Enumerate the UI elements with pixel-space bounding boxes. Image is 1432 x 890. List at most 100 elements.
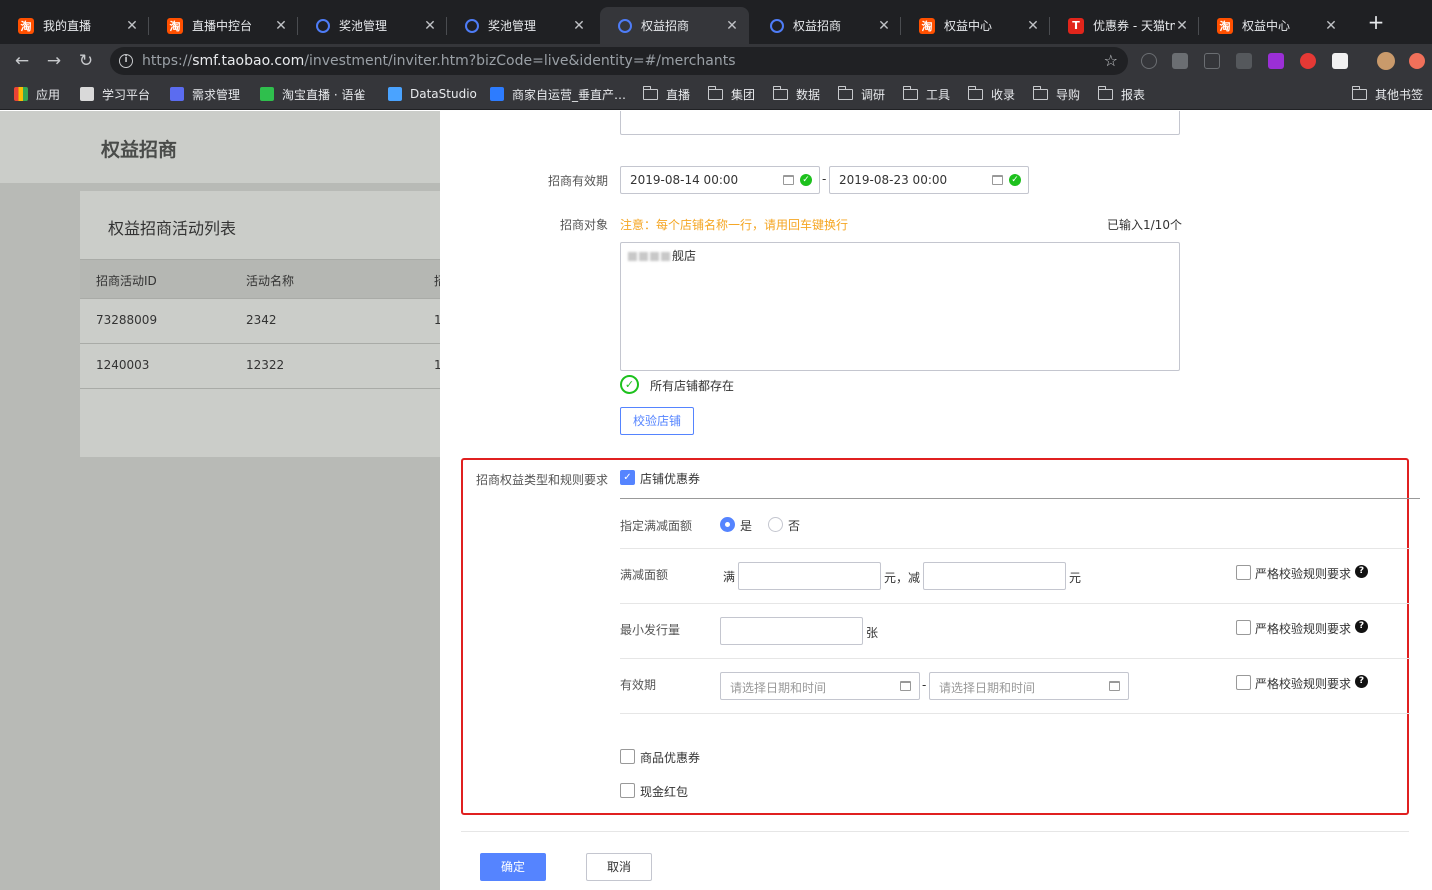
browser-tab[interactable]: 权益招商 ✕ [752,7,901,44]
threshold-input[interactable] [738,562,881,590]
browser-tab[interactable]: 淘 权益中心 ✕ [901,7,1050,44]
close-icon[interactable]: ✕ [725,18,739,34]
cash-redpacket-checkbox[interactable] [620,783,635,798]
extension-icon[interactable] [1332,53,1348,69]
browser-tab[interactable]: 淘 我的直播 ✕ [0,7,149,44]
avatar[interactable] [1377,52,1395,70]
browser-tab[interactable]: 淘 权益中心 ✕ [1199,7,1348,44]
help-icon[interactable]: ? [1355,675,1368,688]
bookmarks-bar: 应用 学习平台 需求管理 淘宝直播 · 语雀 DataStudio 商家自运营_… [0,78,1432,110]
bookmark-folder[interactable]: 工具 [902,84,950,104]
close-icon[interactable]: ✕ [274,18,288,34]
browser-tab[interactable]: T 优惠券 - 天猫tm ✕ [1050,7,1199,44]
tab-title: 奖池管理 [339,19,388,33]
bookmark-item[interactable]: 淘宝直播 · 语雀 [260,84,365,104]
strict-check-checkbox[interactable] [1236,620,1251,635]
browser-tab[interactable]: 奖池管理 ✕ [298,7,447,44]
bookmark-folder[interactable]: 报表 [1097,84,1146,104]
bookmark-folder[interactable]: 直播 [642,84,691,104]
help-icon[interactable]: ? [1355,620,1368,633]
extension-icon[interactable] [1172,53,1188,69]
table-row[interactable]: 1240003 12322 1 [80,344,440,389]
reload-icon[interactable]: ↻ [75,50,97,72]
address-bar[interactable]: i https://smf.taobao.com/investment/invi… [110,47,1128,75]
new-tab-button[interactable]: + [1366,12,1386,32]
forward-icon[interactable]: → [43,50,65,72]
target-textarea[interactable]: 舰店 [620,242,1180,371]
browser-tab[interactable]: 淘 直播中控台 ✕ [149,7,298,44]
confirm-button[interactable]: 确定 [480,853,546,881]
other-bookmarks[interactable]: 其他书签 [1351,84,1424,104]
tab-title: 优惠券 - 天猫tm [1093,19,1175,33]
bookmark-apps[interactable]: 应用 [14,84,60,104]
period-start-picker[interactable]: 请选择日期和时间 [720,672,920,700]
discount-input[interactable] [923,562,1066,590]
bookmark-icon [170,87,184,101]
strict-check-label: 严格校验规则要求 [1255,567,1352,581]
bookmark-label: 报表 [1121,87,1146,102]
star-icon[interactable]: ☆ [1104,51,1118,70]
table-cell: 1240003 [96,358,150,372]
bookmark-item[interactable]: DataStudio [388,84,477,104]
min-issue-label: 最小发行量 [620,623,681,637]
strict-check-checkbox[interactable] [1236,565,1251,580]
folder-icon [1032,85,1048,100]
verify-shop-button[interactable]: 校验店铺 [620,407,694,435]
extension-icon[interactable] [1268,53,1284,69]
shop-coupon-checkbox[interactable]: ✓ [620,470,635,485]
validity-end-picker[interactable]: 2019-08-23 00:00 ✓ [829,166,1029,194]
extension-icon[interactable] [1141,53,1157,69]
bookmark-folder[interactable]: 收录 [967,84,1015,104]
extension-icon[interactable] [1300,53,1316,69]
tab-title: 权益招商 [641,19,690,33]
bookmark-label: 学习平台 [102,87,151,102]
info-icon[interactable]: i [119,54,133,68]
help-icon[interactable]: ? [1355,565,1368,578]
calendar-icon [992,175,1003,185]
table-row[interactable]: 73288009 2342 1 [80,299,440,344]
validity-start-picker[interactable]: 2019-08-14 00:00 ✓ [620,166,820,194]
cancel-button[interactable]: 取消 [586,853,652,881]
close-icon[interactable]: ✕ [1026,18,1040,34]
table-header: 招商活动ID 活动名称 招 [80,259,440,299]
bookmark-folder[interactable]: 调研 [837,84,886,104]
bookmark-label: 直播 [666,87,691,102]
card-title: 权益招商活动列表 [108,219,237,238]
min-issue-input[interactable] [720,617,863,645]
bookmark-folder[interactable]: 集团 [707,84,755,104]
browser-tab-active[interactable]: 权益招商 ✕ [600,7,749,44]
description-input[interactable] [620,111,1180,135]
bookmark-label: 数据 [796,87,821,102]
fixed-amount-no-radio[interactable] [768,517,783,532]
bookmark-label: 其他书签 [1375,87,1424,102]
divider [620,498,1420,499]
bookmark-item[interactable]: 需求管理 [170,84,240,104]
bookmark-item[interactable]: 商家自运营_垂直产… [490,84,626,104]
period-label: 有效期 [620,678,657,692]
bookmark-item[interactable]: 学习平台 [80,84,150,104]
close-icon[interactable]: ✕ [125,18,139,34]
fixed-amount-yes-radio[interactable] [720,517,735,532]
apps-icon [14,87,28,101]
bookmark-label: 淘宝直播 · 语雀 [282,87,366,102]
bookmark-folder[interactable]: 数据 [772,84,821,104]
tab-title: 权益中心 [1242,19,1291,33]
table-cell: 73288009 [96,313,158,327]
close-icon[interactable]: ✕ [572,18,586,34]
close-icon[interactable]: ✕ [423,18,437,34]
goods-coupon-checkbox[interactable] [620,749,635,764]
strict-check-checkbox[interactable] [1236,675,1251,690]
browser-tab[interactable]: 奖池管理 ✕ [447,7,596,44]
close-icon[interactable]: ✕ [877,18,891,34]
close-icon[interactable]: ✕ [1175,18,1189,34]
tab-title: 直播中控台 [192,19,253,33]
period-end-picker[interactable]: 请选择日期和时间 [929,672,1129,700]
pocket-icon[interactable] [1204,53,1220,69]
calendar-icon [1109,681,1120,691]
bookmark-folder[interactable]: 导购 [1032,84,1080,104]
back-icon[interactable]: ← [11,50,33,72]
update-icon[interactable] [1409,53,1425,69]
bookmark-label: 调研 [861,87,886,102]
close-icon[interactable]: ✕ [1324,18,1338,34]
extension-icon[interactable] [1236,53,1252,69]
